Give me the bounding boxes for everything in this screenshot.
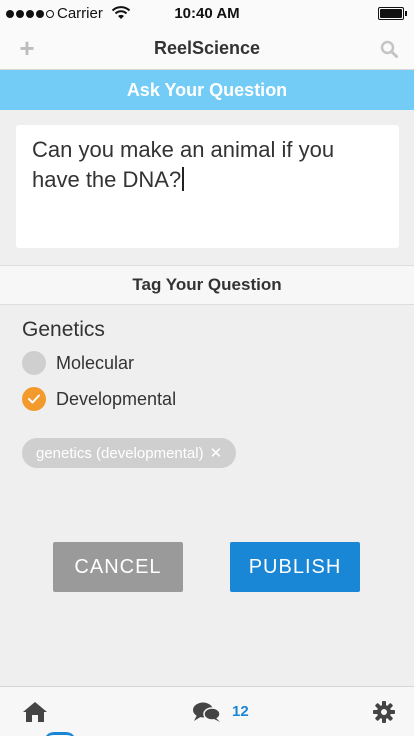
- status-time: 10:40 AM: [174, 5, 240, 22]
- tag-chip-label: genetics (developmental): [36, 444, 204, 462]
- option-developmental[interactable]: Developmental: [22, 386, 176, 412]
- option-label: Molecular: [56, 352, 135, 373]
- publish-button[interactable]: PUBLISH: [230, 542, 360, 592]
- gear-icon[interactable]: [372, 700, 396, 729]
- category-title: Genetics: [22, 318, 105, 341]
- status-bar: Carrier 10:40 AM: [0, 0, 414, 28]
- selected-tag-chip: genetics (developmental) ✕: [22, 438, 237, 468]
- message-count[interactable]: 12: [232, 703, 249, 720]
- tab-bar: 12: [0, 686, 414, 736]
- active-tab-indicator: [44, 732, 76, 736]
- battery-icon: [378, 7, 407, 20]
- chat-icon[interactable]: [192, 701, 222, 728]
- option-label: Developmental: [56, 388, 177, 409]
- cancel-button[interactable]: CANCEL: [53, 542, 183, 592]
- nav-bar: + ReelScience: [0, 28, 414, 70]
- checkmark-icon[interactable]: [22, 387, 46, 411]
- question-input[interactable]: Can you make an animal if you have the D…: [16, 125, 399, 248]
- home-icon[interactable]: [22, 701, 48, 728]
- option-molecular[interactable]: Molecular: [22, 350, 134, 376]
- search-icon[interactable]: [380, 40, 398, 63]
- radio-unchecked-icon[interactable]: [22, 351, 46, 375]
- ask-question-header: Ask Your Question: [0, 70, 414, 110]
- text-cursor: [182, 167, 185, 191]
- app-title: ReelScience: [153, 38, 261, 58]
- close-icon[interactable]: ✕: [210, 444, 223, 462]
- tag-question-header: Tag Your Question: [0, 265, 414, 305]
